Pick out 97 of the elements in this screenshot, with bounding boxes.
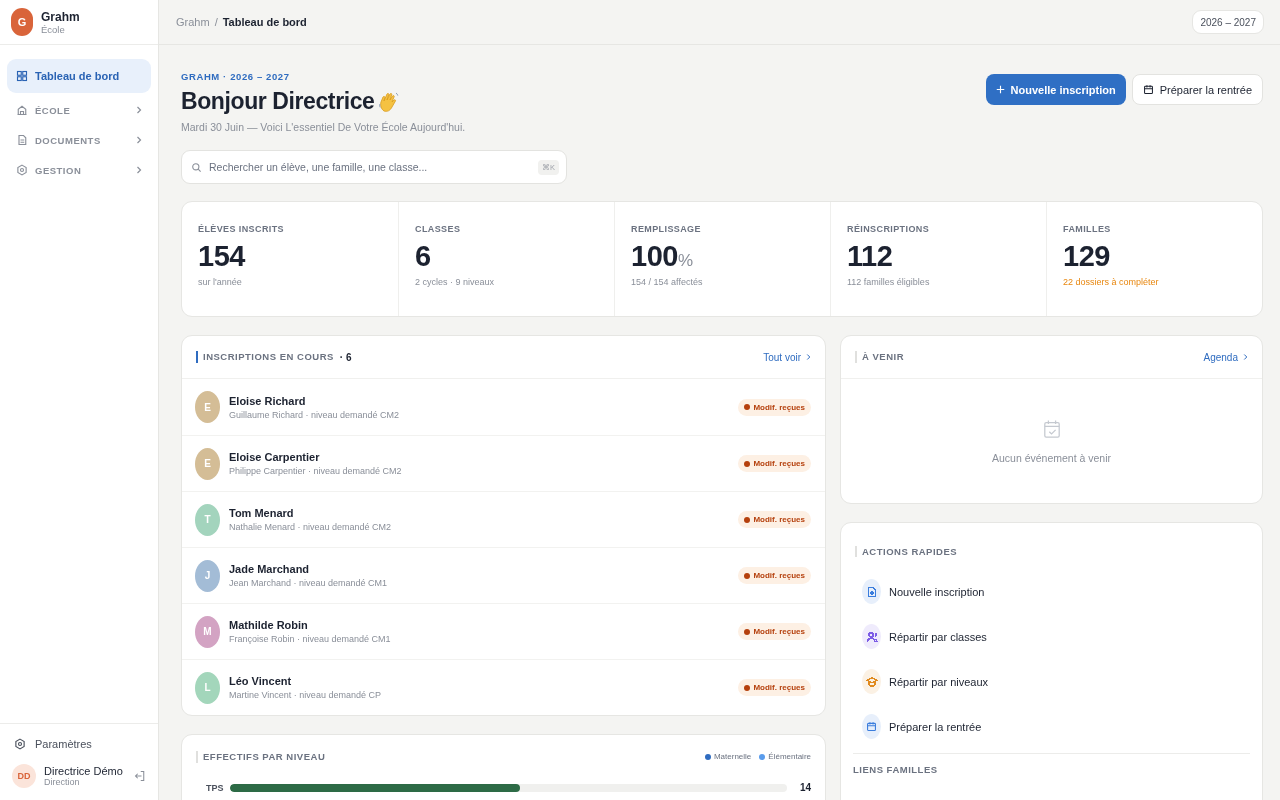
student-name: Eloise Carpentier — [229, 451, 321, 463]
student-name: Jade Marchand — [229, 563, 311, 575]
student-avatar: T — [195, 503, 220, 536]
enrollment-detail: Nathalie Menard · niveau demandé CM2 — [229, 522, 393, 532]
enrollment-row[interactable]: M Mathilde Robin Françoise Robin · niveau demandé CM1 Modif. reçues — [182, 603, 825, 659]
enrollment-row[interactable]: L Léo Vincent Martine Vincent · niveau demandé CP Modif. reçues — [182, 659, 825, 715]
status-badge: Modif. reçues — [738, 623, 811, 640]
level-label: TPS — [206, 782, 222, 793]
stat-note: 154 / 154 affectés — [631, 277, 704, 287]
stat-value: 129 — [1063, 240, 1111, 273]
user-avatar: DD — [12, 764, 36, 788]
section-title: À VENIR — [855, 351, 905, 363]
stat-note: 112 familles éligibles — [847, 277, 931, 287]
enrollment-detail: Guillaume Richard · niveau demandé CM2 — [229, 409, 401, 420]
quick-action[interactable]: Répartir par classes — [841, 614, 1262, 659]
chevron-icon — [1243, 353, 1248, 361]
stat-label: REMPLISSAGE — [631, 224, 702, 234]
sidebar-item[interactable]: Tableau de bord — [7, 59, 151, 93]
stat-value: 100% — [631, 240, 694, 273]
student-avatar: J — [195, 559, 220, 592]
prepare-button[interactable]: Préparer la rentrée — [1131, 74, 1263, 105]
user-role: Direction — [44, 777, 81, 787]
settings-link[interactable]: Paramètres — [12, 738, 146, 750]
logout-icon[interactable] — [134, 770, 146, 782]
section-title: LIENS FAMILLES — [853, 764, 939, 776]
student-name: Léo Vincent — [229, 675, 293, 687]
section-title: ACTIONS RAPIDES — [855, 546, 958, 557]
student-name: Mathilde Robin — [229, 619, 309, 631]
section-title: INSCRIPTIONS EN COURS — [196, 351, 334, 363]
student-avatar: M — [195, 615, 220, 648]
student-name: Tom Menard — [229, 507, 295, 519]
stat-label: ÉLÈVES INSCRITS — [198, 224, 285, 234]
page-subtitle: Mardi 30 Juin — Voici L'essentiel De Votre École Aujourd'hui. — [181, 121, 466, 133]
empty-message: Aucun événement à venir — [991, 452, 1112, 464]
stat-value: 112 — [847, 240, 894, 273]
student-avatar: E — [195, 447, 220, 480]
stat-label: CLASSES — [415, 224, 462, 234]
building-icon — [16, 104, 28, 116]
section-title: EFFECTIFS PAR NIVEAU — [196, 750, 326, 763]
status-badge: Modif. reçues — [738, 455, 811, 472]
user-name: Directrice Démo — [44, 765, 124, 777]
enrollment-detail: Jean Marchand · niveau demandé CM1 — [229, 578, 389, 588]
breadcrumb-item: Tableau de bord — [222, 16, 307, 28]
calendar-icon — [1142, 84, 1154, 95]
school-name: Grahm — [41, 9, 80, 24]
student-avatar: L — [195, 671, 220, 704]
enrollment-detail: Françoise Robin · niveau demandé CM1 — [229, 634, 392, 644]
graduation-cap-icon — [862, 669, 881, 694]
stat-value: 154 — [198, 240, 247, 273]
school-logo: G — [11, 8, 33, 36]
settings-icon — [14, 738, 26, 750]
enrollment-count: · 6 — [339, 351, 352, 363]
enrollment-row[interactable]: T Tom Menard Nathalie Menard · niveau demandé CM2 Modif. reçues — [182, 491, 825, 547]
enrollment-detail: Martine Vincent · niveau demandé CP — [229, 690, 382, 700]
status-badge: Modif. reçues — [738, 679, 811, 696]
status-badge: Modif. reçues — [738, 511, 811, 528]
student-avatar: E — [195, 391, 220, 423]
school-year-label: GRAHM · 2026 – 2027 — [181, 71, 291, 82]
document-icon — [16, 134, 28, 146]
student-name: Eloise Richard — [229, 394, 307, 407]
settings-icon — [16, 164, 28, 176]
stat-note: 2 cycles · 9 niveaux — [415, 277, 496, 287]
stat-label: RÉINSCRIPTIONS — [847, 224, 931, 234]
level-count: 14 — [798, 782, 811, 793]
chevron-icon — [136, 135, 142, 145]
quick-action[interactable]: Préparer la rentrée — [841, 704, 1262, 749]
enrollment-detail: Philippe Carpentier · niveau demandé CM2 — [229, 466, 403, 476]
calendar-check-icon — [1042, 419, 1061, 439]
calendar-icon — [862, 714, 881, 739]
document-plus-icon — [862, 579, 881, 604]
page-title: Bonjour Directrice — [181, 88, 375, 115]
agenda-link[interactable]: Agenda — [1203, 351, 1248, 363]
school-year-selector[interactable]: 2026 – 2027 — [1192, 10, 1264, 34]
chevron-icon — [136, 165, 142, 175]
quick-action[interactable]: Nouvelle inscription — [841, 569, 1262, 614]
enrollment-row[interactable]: E Eloise Carpentier Philippe Carpentier · niveau demandé CM2 Modif. reçues — [182, 435, 825, 491]
stat-label: FAMILLES — [1063, 224, 1112, 234]
quick-action[interactable]: Répartir par niveaux — [841, 659, 1262, 704]
breadcrumb-separator: / — [214, 16, 218, 28]
new-enrollment-button[interactable]: Nouvelle inscription — [985, 74, 1126, 105]
enrollment-row[interactable]: J Jade Marchand Jean Marchand · niveau demandé CM1 Modif. reçues — [182, 547, 825, 603]
school-type: École — [41, 23, 66, 35]
see-all-link[interactable]: Tout voir — [763, 351, 811, 363]
legend-item: Élémentaire — [759, 752, 811, 761]
legend-item: Maternelle — [704, 752, 752, 761]
grid-icon — [16, 70, 28, 82]
plus-icon — [995, 85, 1005, 94]
chevron-icon — [806, 353, 811, 361]
people-icon — [862, 624, 881, 649]
status-badge: Modif. reçues — [738, 398, 811, 416]
stat-note: 22 dossiers à compléter — [1063, 277, 1160, 287]
search-icon — [191, 162, 202, 173]
enrollment-row[interactable]: E Eloise Richard Guillaume Richard · niveau demandé CM2 Modif. reçues — [182, 379, 825, 435]
status-badge: Modif. reçues — [738, 567, 811, 584]
stat-note: sur l'année — [198, 277, 243, 287]
stat-value: 6 — [415, 240, 432, 273]
chevron-icon — [136, 105, 142, 115]
